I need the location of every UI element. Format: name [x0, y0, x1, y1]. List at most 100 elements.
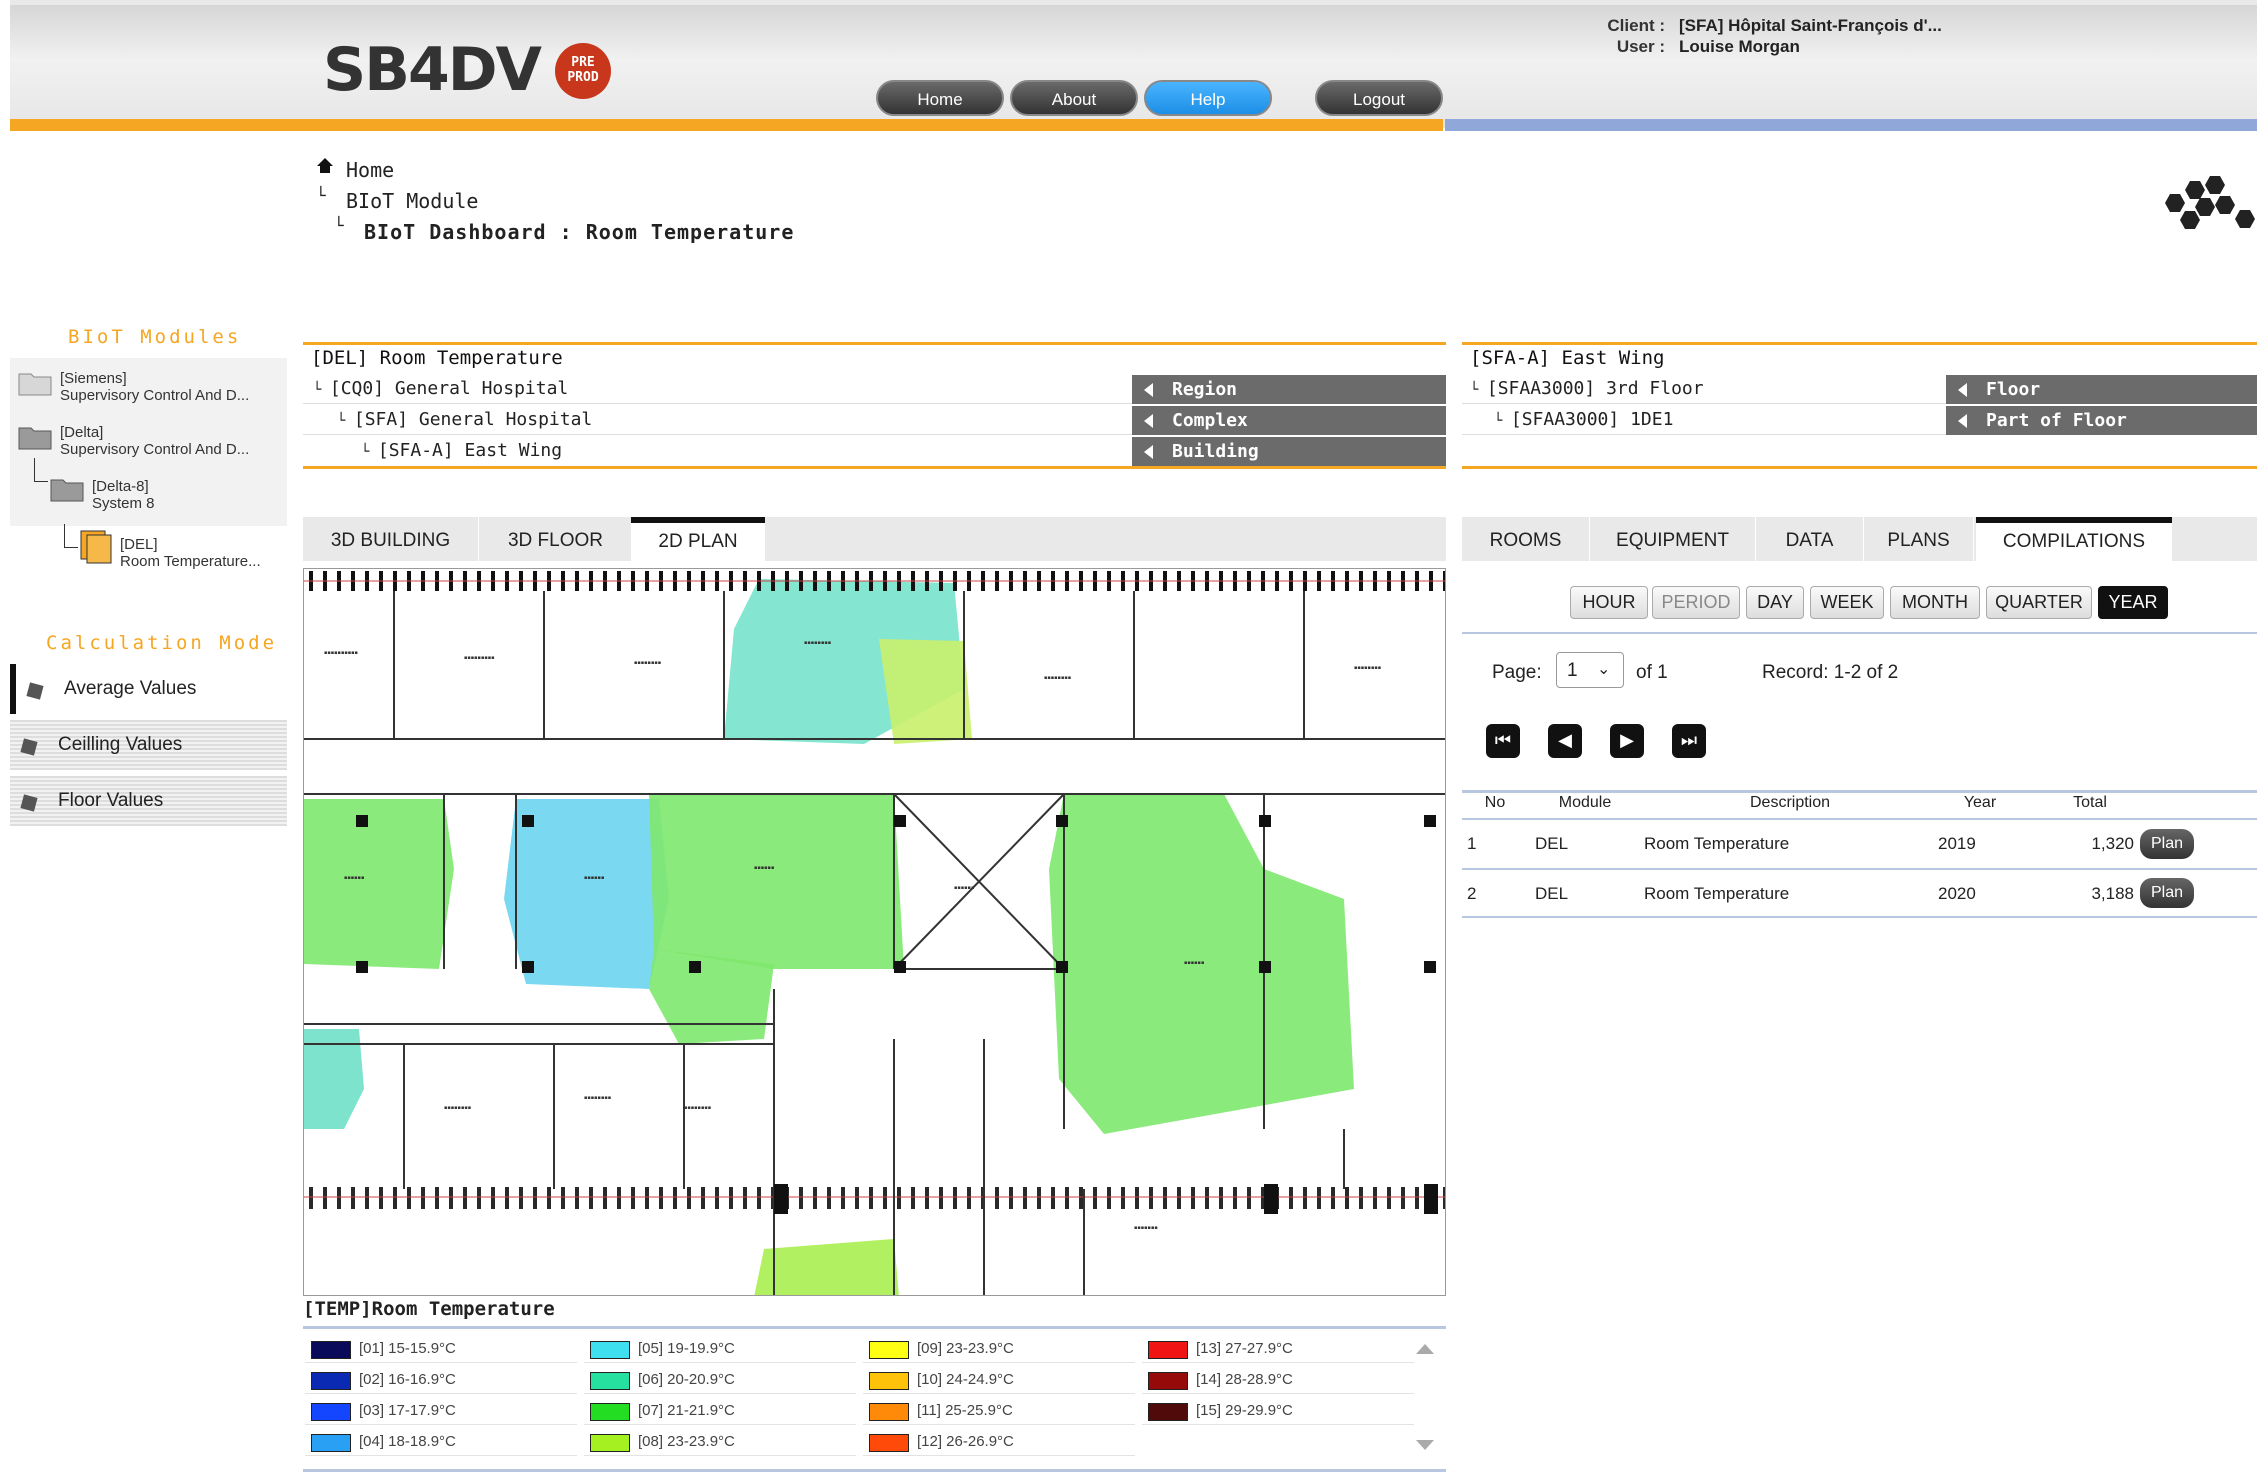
region-button[interactable]: Region — [1132, 375, 1446, 404]
calc-average-values[interactable]: Average Values — [10, 664, 287, 714]
nav-about-button[interactable]: About — [1010, 80, 1138, 116]
nav-help-button[interactable]: Help — [1144, 80, 1272, 116]
tree-connector — [64, 524, 78, 548]
header-accent-bar — [10, 119, 1443, 131]
cell-description: Room Temperature — [1644, 834, 1790, 853]
legend-scrollbar[interactable] — [1410, 1340, 1440, 1466]
last-page-button[interactable]: ⏭ — [1672, 724, 1706, 758]
legend-label: [13] 27-27.9°C — [1196, 1340, 1293, 1357]
floor-button[interactable]: Floor — [1946, 375, 2257, 404]
breadcrumb-home[interactable]: Home — [346, 158, 394, 182]
svg-text:▪▪▪▪▪▪▪▪: ▪▪▪▪▪▪▪▪ — [634, 660, 661, 666]
legend-swatch — [311, 1372, 351, 1390]
plan-button[interactable]: Plan — [2140, 878, 2194, 908]
calc-mode-title: Calculation Mode — [46, 632, 278, 654]
tab-3d-floor[interactable]: 3D FLOOR — [479, 517, 633, 561]
nav-home-button[interactable]: Home — [876, 80, 1004, 116]
period-period-button[interactable]: PERIOD — [1652, 586, 1740, 619]
tree-item-delta[interactable]: [Delta] Supervisory Control And D... — [60, 424, 249, 458]
divider — [1462, 342, 2257, 345]
scroll-down-icon[interactable] — [1416, 1440, 1434, 1450]
header-accent-bar-right — [1445, 119, 2257, 131]
tree-item-siemens[interactable]: [Siemens] Supervisory Control And D... — [60, 370, 249, 404]
tree-item-delta-8[interactable]: [Delta-8] System 8 — [92, 478, 155, 512]
legend-label: [06] 20-20.9°C — [638, 1371, 735, 1388]
cell-total: 3,188 — [2091, 884, 2134, 903]
col-module: Module — [1558, 794, 1612, 811]
legend-swatch — [590, 1403, 630, 1421]
open-folder-icon[interactable] — [18, 424, 52, 454]
legend-item: [09] 23-23.9°C — [863, 1335, 1135, 1363]
period-month-button[interactable]: MONTH — [1890, 586, 1980, 619]
user-label: User : — [1616, 37, 1665, 56]
tab-equipment[interactable]: EQUIPMENT — [1590, 517, 1756, 561]
module-icon[interactable] — [80, 530, 114, 568]
legend-label: [07] 21-21.9°C — [638, 1402, 735, 1419]
folder-icon[interactable] — [18, 370, 52, 400]
legend-title: [TEMP]Room Temperature — [303, 1298, 555, 1320]
cell-module: DEL — [1535, 834, 1569, 853]
next-page-icon: ▶ — [1620, 730, 1634, 751]
part-of-floor-button[interactable]: Part of Floor — [1946, 406, 2257, 435]
tab-3d-building[interactable]: 3D BUILDING — [303, 517, 479, 561]
calc-ceiling-values[interactable]: Ceilling Values — [10, 720, 287, 770]
legend-label: [01] 15-15.9°C — [359, 1340, 456, 1357]
legend-item: [12] 26-26.9°C — [863, 1428, 1135, 1456]
tab-plans[interactable]: PLANS — [1864, 517, 1974, 561]
client-label: Client : — [1607, 16, 1665, 35]
calc-floor-values[interactable]: Floor Values — [10, 776, 287, 826]
open-folder-icon[interactable] — [50, 476, 84, 506]
legend-label: [12] 26-26.9°C — [917, 1433, 1014, 1450]
period-hour-button[interactable]: HOUR — [1570, 586, 1648, 619]
legend-swatch — [311, 1403, 351, 1421]
legend-item: [13] 27-27.9°C — [1142, 1335, 1414, 1363]
col-total: Total — [2073, 794, 2107, 811]
legend-item: [01] 15-15.9°C — [305, 1335, 577, 1363]
scroll-up-icon[interactable] — [1416, 1344, 1434, 1354]
period-quarter-button[interactable]: QUARTER — [1986, 586, 2092, 619]
cell-module: DEL — [1535, 884, 1569, 903]
modules-section-title: BIoT Modules — [68, 326, 242, 348]
floor-plan-map[interactable]: ▪▪▪▪▪▪▪▪▪▪ ▪▪▪▪▪▪▪▪▪ ▪▪▪▪▪▪▪▪ ▪▪▪▪▪▪▪▪ ▪… — [303, 568, 1446, 1296]
divider — [1462, 632, 2257, 634]
plan-button[interactable]: Plan — [2140, 829, 2194, 859]
client-info: Client : [SFA] Hôpital Saint-François d'.… — [1590, 15, 1941, 57]
left-panel-title: [DEL] Room Temperature — [311, 347, 563, 369]
first-page-button[interactable]: ⏮ — [1486, 724, 1520, 758]
tab-rooms[interactable]: ROOMS — [1462, 517, 1590, 561]
cell-no: 1 — [1467, 834, 1477, 853]
tree-item-del[interactable]: [DEL] Room Temperature... — [120, 536, 261, 570]
prev-page-button[interactable]: ◀ — [1548, 724, 1582, 758]
legend-swatch — [311, 1341, 351, 1359]
hexagon-logo-icon — [2160, 176, 2257, 250]
period-day-button[interactable]: DAY — [1746, 586, 1804, 619]
record-count: Record: 1-2 of 2 — [1762, 662, 1899, 683]
period-week-button[interactable]: WEEK — [1810, 586, 1884, 619]
tab-compilations[interactable]: COMPILATIONS — [1976, 517, 2172, 561]
user-value: Louise Morgan — [1679, 37, 1800, 56]
next-page-button[interactable]: ▶ — [1610, 724, 1644, 758]
legend-label: [10] 24-24.9°C — [917, 1371, 1014, 1388]
table-row — [1462, 822, 2257, 870]
tab-data[interactable]: DATA — [1756, 517, 1864, 561]
breadcrumb-module[interactable]: BIoT Module — [346, 189, 478, 213]
col-description: Description — [1749, 794, 1831, 811]
page-label: Page: — [1492, 662, 1542, 683]
home-icon[interactable] — [316, 156, 334, 180]
legend-swatch — [869, 1341, 909, 1359]
legend-item: [14] 28-28.9°C — [1142, 1366, 1414, 1394]
col-no: No — [1484, 794, 1506, 811]
nav-logout-button[interactable]: Logout — [1315, 80, 1443, 116]
svg-text:▪▪▪▪▪▪▪▪: ▪▪▪▪▪▪▪▪ — [584, 1095, 611, 1101]
page-select[interactable]: 1 ⌄ — [1556, 652, 1624, 688]
tab-2d-plan[interactable]: 2D PLAN — [631, 517, 765, 561]
period-year-button[interactable]: YEAR — [2098, 586, 2168, 619]
divider — [1462, 466, 2257, 469]
module-tree: [Siemens] Supervisory Control And D... [D… — [10, 358, 287, 526]
first-page-icon: ⏮ — [1494, 730, 1512, 751]
svg-text:▪▪▪▪▪▪: ▪▪▪▪▪▪ — [344, 875, 364, 881]
building-button[interactable]: Building — [1132, 437, 1446, 466]
last-page-icon: ⏭ — [1680, 730, 1698, 751]
complex-button[interactable]: Complex — [1132, 406, 1446, 435]
legend-label: [14] 28-28.9°C — [1196, 1371, 1293, 1388]
